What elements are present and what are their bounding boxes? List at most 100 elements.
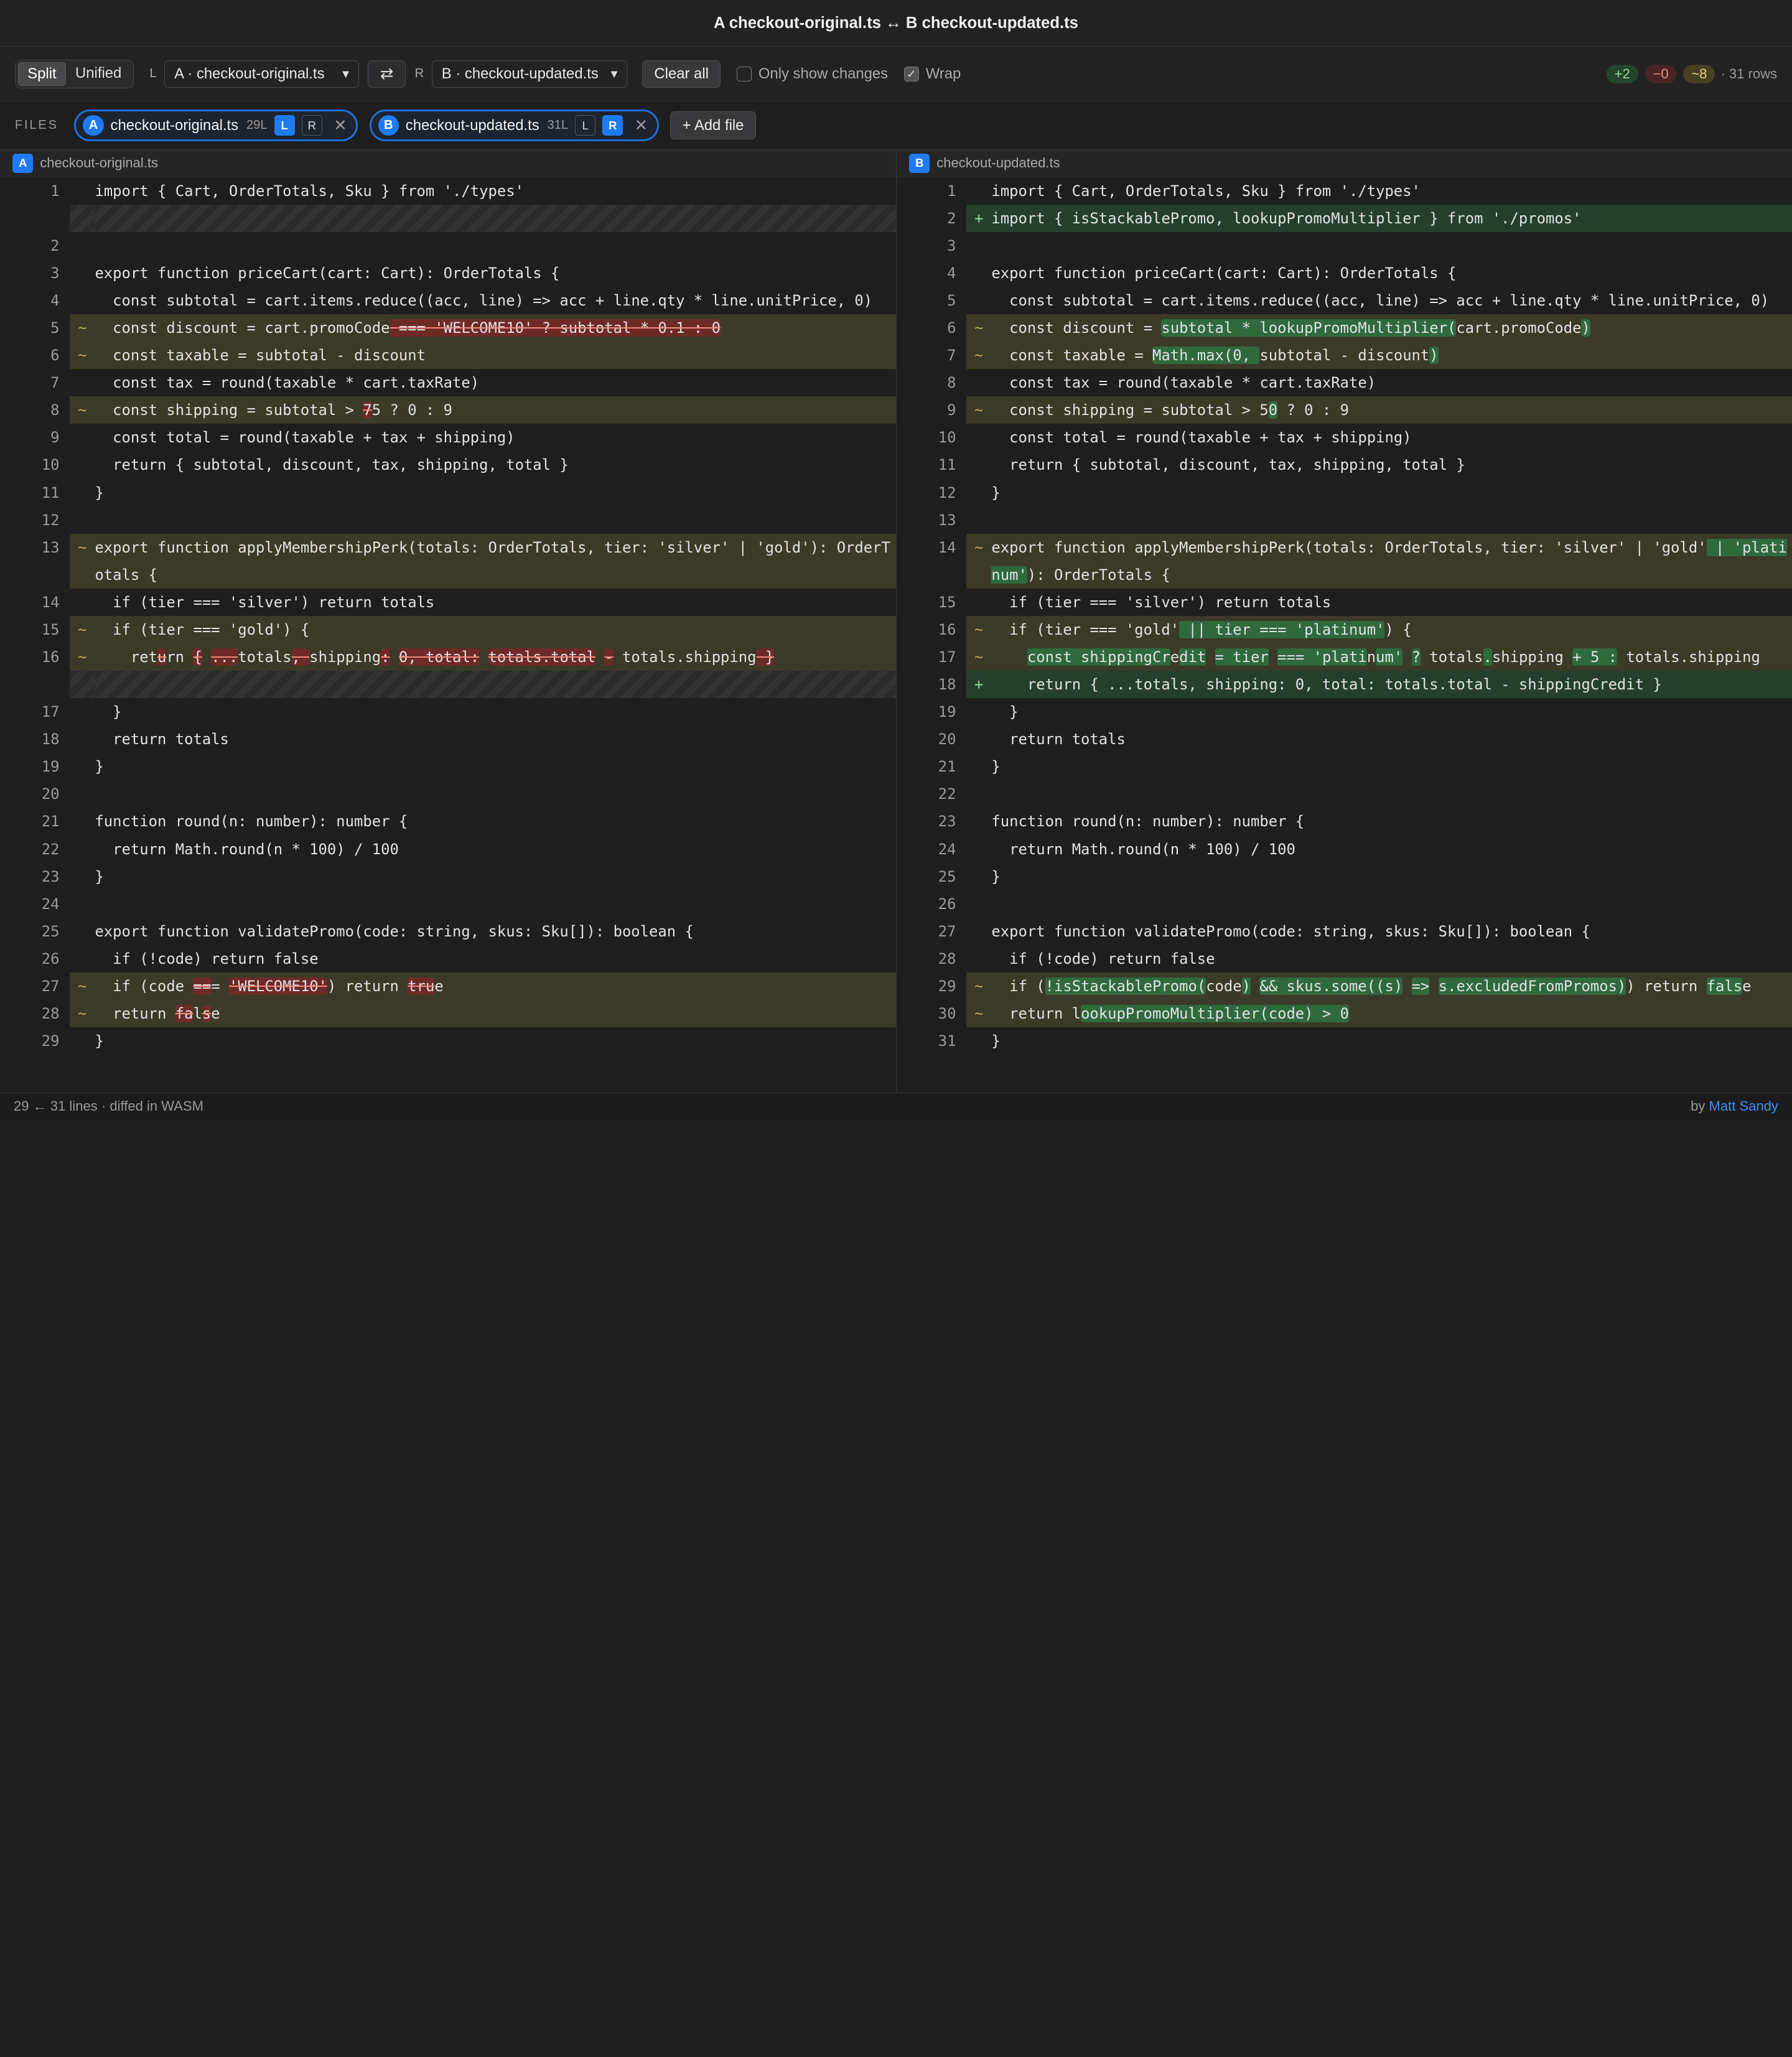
diff-line: 22 return Math.round(n * 100) / 100 <box>0 836 896 863</box>
line-code: const shippingCredit = tier === 'platinu… <box>991 643 1792 671</box>
line-number: 10 <box>938 429 956 447</box>
diff-line: 25} <box>897 863 1792 890</box>
code-text: ): OrderTotals { <box>1027 566 1170 584</box>
wrap-checkbox[interactable]: ✓ Wrap <box>903 65 961 83</box>
assign-right-toggle[interactable]: R <box>602 115 623 136</box>
file-a-badge: A <box>12 153 34 173</box>
swap-sides-button[interactable]: ⇄ <box>368 60 406 88</box>
line-code: import { Cart, OrderTotals, Sku } from '… <box>95 177 896 205</box>
left-code-pane[interactable]: 1 import { Cart, OrderTotals, Sku } from … <box>0 177 896 1094</box>
change-marker <box>70 232 95 259</box>
wrap-label: Wrap <box>925 65 961 82</box>
line-number: 18 <box>938 676 956 694</box>
line-number <box>0 205 70 232</box>
right-file-select[interactable]: B · checkout-updated.ts ▼ <box>432 60 628 88</box>
line-number: 15 <box>41 620 60 638</box>
code-text: if (!code) return false <box>95 949 319 968</box>
line-code: if (code === 'WELCOME10') return true <box>95 972 896 1001</box>
diff-line: 27 ~ if (code === 'WELCOME10') return tru… <box>0 972 896 1001</box>
code-text: const shipping = subtotal > <box>95 401 363 419</box>
change-marker <box>70 177 95 205</box>
change-marker <box>70 479 95 506</box>
line-code: return Math.round(n * 100) / 100 <box>991 836 1792 863</box>
right-code-pane[interactable]: 1 import { Cart, OrderTotals, Sku } from … <box>895 177 1792 1094</box>
close-icon[interactable]: ✕ <box>334 116 347 135</box>
change-marker: ~ <box>966 643 992 671</box>
assign-right-toggle[interactable]: R <box>301 115 322 136</box>
line-code: const total = round(taxable + tax + ship… <box>991 424 1792 451</box>
code-text: const total = round(taxable + tax + ship… <box>991 429 1412 447</box>
file-chip-line-count: 29L <box>246 118 268 133</box>
line-number: 9 <box>947 401 956 419</box>
line-number: 23 <box>41 867 60 885</box>
line-code: return { ...totals, shipping: 0, total: … <box>95 643 896 671</box>
line-number: 1 <box>947 182 956 200</box>
code-text: return Math.round(n * 100) / 100 <box>95 840 399 858</box>
removed-text: u <box>157 648 167 666</box>
window-title-bar: A checkout-original.ts ↔ B checkout-upda… <box>0 0 1792 47</box>
line-number: 21 <box>41 813 60 831</box>
line-number: 17 <box>41 703 60 721</box>
inserted-text: dit <box>1179 648 1206 666</box>
code-text: } <box>95 703 122 721</box>
clear-all-button[interactable]: Clear all <box>642 60 721 88</box>
code-text: } <box>991 758 1001 776</box>
close-icon[interactable]: ✕ <box>635 116 648 135</box>
line-code: import { isStackablePromo, lookupPromoMu… <box>991 204 1792 232</box>
line-code: return { ...totals, shipping: 0, total: … <box>991 671 1792 699</box>
line-code: export function priceCart(cart: Cart): O… <box>991 259 1792 287</box>
line-number: 20 <box>938 730 956 749</box>
line-number: 3 <box>50 264 60 282</box>
change-marker <box>966 890 991 918</box>
line-number: 22 <box>938 785 956 803</box>
code-text: function round(n: number): number { <box>991 813 1305 831</box>
assign-left-toggle[interactable]: L <box>274 115 295 136</box>
line-number: 21 <box>938 758 956 776</box>
line-code: if (!code) return false <box>95 945 896 973</box>
change-marker <box>966 698 991 725</box>
code-text: } <box>991 1032 1001 1050</box>
diff-line: 24 return Math.round(n * 100) / 100 <box>897 836 1792 863</box>
change-marker <box>70 204 95 232</box>
code-text: export function priceCart(cart: Cart): O… <box>991 264 1457 282</box>
change-marker <box>966 725 991 753</box>
status-summary: 29 ← 31 lines · diffed in WASM <box>14 1098 203 1114</box>
code-text: e <box>211 1005 220 1023</box>
line-number: 24 <box>938 840 956 858</box>
change-marker <box>966 177 991 205</box>
split-view-button[interactable]: Split <box>17 62 67 86</box>
code-text: return l <box>991 1005 1081 1023</box>
change-marker: ~ <box>70 314 95 342</box>
line-code: export function applyMembershipPerk(tota… <box>95 533 896 589</box>
file-chip-a[interactable]: A checkout-original.ts 29L L R ✕ <box>74 109 358 142</box>
line-number: 4 <box>947 264 956 282</box>
files-label: FILES <box>14 118 58 133</box>
change-marker: ~ <box>70 396 95 424</box>
unified-view-button[interactable]: Unified <box>66 62 131 85</box>
author-link[interactable]: Matt Sandy <box>1709 1098 1778 1114</box>
code-text: shipping <box>309 648 381 666</box>
assign-left-toggle[interactable]: L <box>575 115 596 136</box>
inserted-text: 0 <box>1268 401 1278 419</box>
line-number: 25 <box>41 922 60 940</box>
only-show-changes-checkbox[interactable]: Only show changes <box>736 65 888 83</box>
code-text: if (tier === 'gold') { <box>95 620 310 638</box>
file-chip-name: checkout-original.ts <box>110 116 239 134</box>
left-file-select[interactable]: A · checkout-original.ts ▼ <box>164 60 359 88</box>
chevron-down-icon: ▼ <box>608 67 620 80</box>
line-number: 20 <box>41 785 60 803</box>
line-code: if (tier === 'gold') { <box>95 615 896 643</box>
removed-text: tru <box>408 977 435 995</box>
code-text: export function validatePromo(code: stri… <box>991 922 1590 940</box>
file-chip-b[interactable]: B checkout-updated.ts 31L L R ✕ <box>369 109 659 142</box>
line-code: if (!isStackablePromo(code) && skus.some… <box>991 972 1792 1001</box>
code-text: shipping <box>1491 648 1573 666</box>
line-code: const subtotal = cart.items.reduce((acc,… <box>95 287 896 314</box>
line-number: 25 <box>938 867 956 885</box>
add-file-button[interactable]: + Add file <box>670 111 756 139</box>
